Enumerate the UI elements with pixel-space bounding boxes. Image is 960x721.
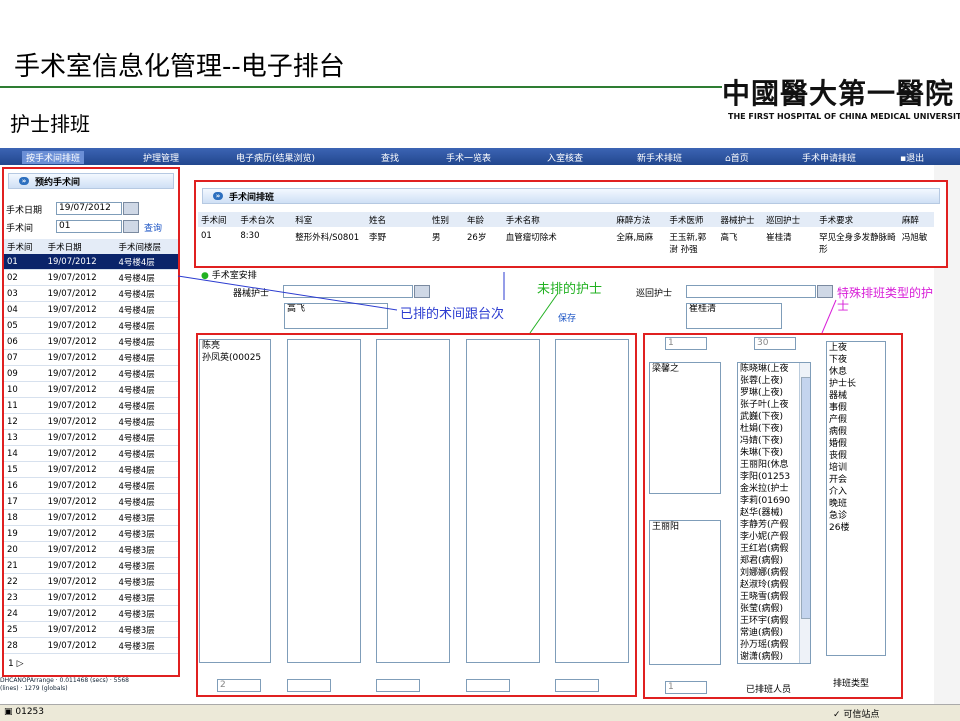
annotation-special-1: 特殊排班类型的护 (837, 286, 934, 300)
annotation-scheduled-room: 已排的术间跟台次 (400, 307, 505, 322)
arrow-unscheduled (529, 292, 559, 334)
arrow-special (821, 299, 837, 334)
annotation-special-2: 士 (837, 299, 850, 313)
annotation-arrows (177, 272, 837, 334)
status-bar: ▣ 01253 ✓ 可信站点 (0, 704, 960, 721)
page-icon: ▣ (4, 707, 16, 717)
status-zone: ✓ 可信站点 (833, 710, 880, 720)
trusted-zone-icon: ✓ (833, 710, 844, 720)
annotation-unscheduled: 未排的护士 (537, 282, 603, 297)
status-left: ▣ 01253 (4, 707, 45, 717)
arrow-scheduled-room (177, 275, 398, 311)
